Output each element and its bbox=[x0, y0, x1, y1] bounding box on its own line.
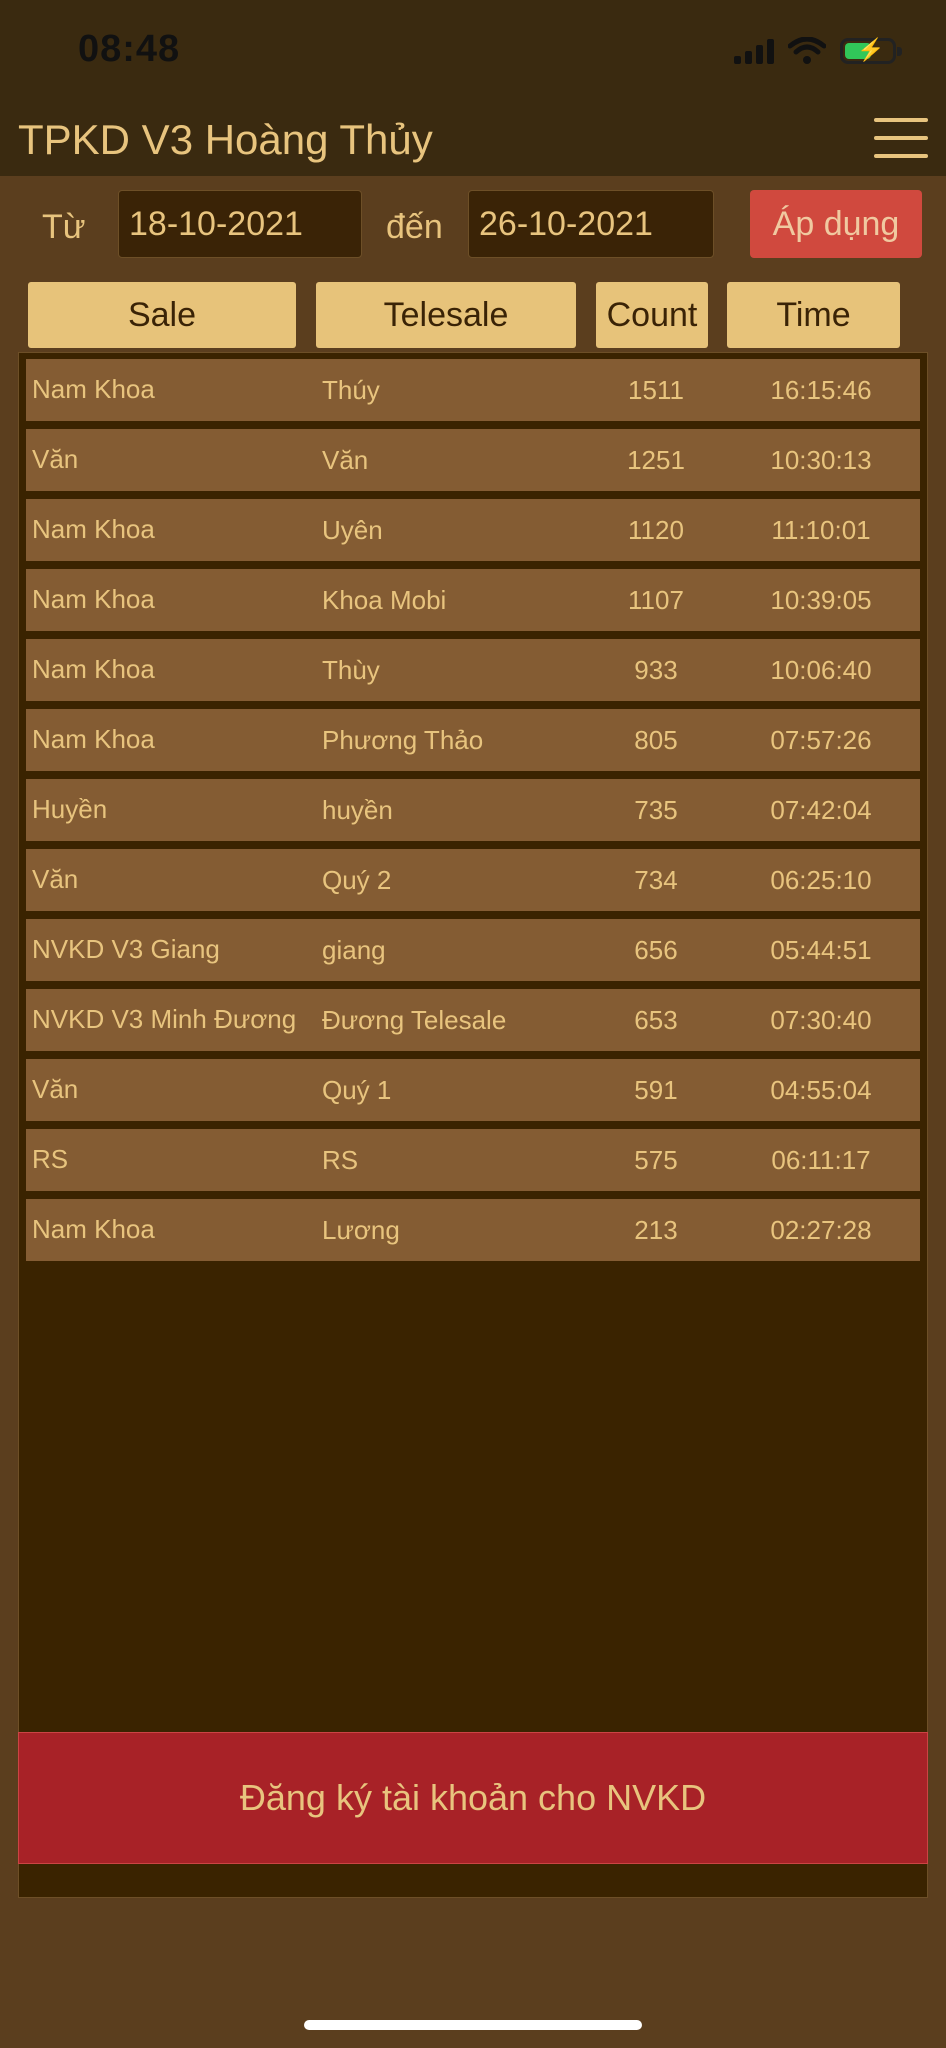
cell-time: 07:42:04 bbox=[770, 794, 872, 825]
sort-time-button[interactable]: Time bbox=[727, 282, 900, 348]
cell-count: 933 bbox=[634, 654, 678, 685]
cell-sale: Nam Khoa bbox=[32, 1214, 155, 1245]
cell-count: 575 bbox=[634, 1144, 678, 1175]
sort-telesale-button[interactable]: Telesale bbox=[316, 282, 576, 348]
register-account-button[interactable]: Đăng ký tài khoản cho NVKD bbox=[18, 1732, 928, 1864]
table-row[interactable]: Nam Khoa Lương 213 02:27:28 bbox=[26, 1199, 920, 1261]
sort-sale-button[interactable]: Sale bbox=[28, 282, 296, 348]
cell-telesale: huyền bbox=[322, 794, 393, 825]
table-row[interactable]: Nam Khoa Phương Thảo 805 07:57:26 bbox=[26, 709, 920, 771]
cell-count: 734 bbox=[634, 864, 678, 895]
cell-time: 07:57:26 bbox=[770, 724, 872, 755]
cell-telesale: Quý 1 bbox=[322, 1074, 392, 1105]
cell-telesale: Đương Telesale bbox=[322, 1004, 507, 1035]
app-header: TPKD V3 Hoàng Thủy bbox=[0, 100, 946, 176]
status-icons: ⚡ bbox=[734, 36, 902, 66]
page-title: TPKD V3 Hoàng Thủy bbox=[18, 116, 433, 163]
cell-time: 02:27:28 bbox=[770, 1214, 872, 1245]
cell-telesale: Phương Thảo bbox=[322, 724, 484, 755]
cell-count: 653 bbox=[634, 1004, 678, 1035]
date-filter: Từ 18-10-2021 đến 26-10-2021 Áp dụng bbox=[0, 190, 946, 270]
cell-time: 10:30:13 bbox=[770, 444, 872, 475]
wifi-icon bbox=[788, 37, 826, 64]
table-row[interactable]: Nam Khoa Thùy 933 10:06:40 bbox=[26, 639, 920, 701]
table-row[interactable]: Văn Quý 1 591 04:55:04 bbox=[26, 1059, 920, 1121]
signal-icon bbox=[734, 38, 774, 64]
to-date-input[interactable]: 26-10-2021 bbox=[468, 190, 714, 258]
to-label: đến bbox=[386, 208, 443, 246]
apply-button[interactable]: Áp dụng bbox=[750, 190, 922, 258]
cell-telesale: RS bbox=[322, 1144, 359, 1175]
cell-time: 04:55:04 bbox=[770, 1074, 872, 1105]
cell-count: 735 bbox=[634, 794, 678, 825]
sort-count-button[interactable]: Count bbox=[596, 282, 708, 348]
cell-sale: Nam Khoa bbox=[32, 374, 155, 405]
cell-sale: Nam Khoa bbox=[32, 724, 155, 755]
cell-time: 06:25:10 bbox=[770, 864, 872, 895]
results-table: Nam Khoa Thúy 1511 16:15:46 Văn Văn 1251… bbox=[18, 352, 928, 1898]
cell-telesale: Thúy bbox=[322, 374, 380, 405]
table-row[interactable]: NVKD V3 Giang giang 656 05:44:51 bbox=[26, 919, 920, 981]
cell-count: 213 bbox=[634, 1214, 678, 1245]
cell-count: 1251 bbox=[627, 444, 685, 475]
cell-count: 591 bbox=[634, 1074, 678, 1105]
battery-charging-icon: ⚡ bbox=[840, 37, 902, 64]
table-row[interactable]: Nam Khoa Uyên 1120 11:10:01 bbox=[26, 499, 920, 561]
cell-telesale: Quý 2 bbox=[322, 864, 392, 895]
cell-time: 10:39:05 bbox=[770, 584, 872, 615]
cell-time: 10:06:40 bbox=[770, 654, 872, 685]
cell-time: 07:30:40 bbox=[770, 1004, 872, 1035]
from-date-input[interactable]: 18-10-2021 bbox=[118, 190, 362, 258]
cell-sale: Nam Khoa bbox=[32, 514, 155, 545]
cell-telesale: Thùy bbox=[322, 654, 380, 685]
cell-count: 656 bbox=[634, 934, 678, 965]
cell-telesale: giang bbox=[322, 934, 386, 965]
status-bar: 08:48 ⚡ bbox=[0, 0, 946, 100]
table-row[interactable]: Văn Văn 1251 10:30:13 bbox=[26, 429, 920, 491]
cell-sale: Văn bbox=[32, 444, 79, 475]
cell-time: 16:15:46 bbox=[770, 374, 872, 405]
cell-count: 1511 bbox=[628, 374, 684, 405]
cell-count: 805 bbox=[634, 724, 678, 755]
status-time: 08:48 bbox=[78, 28, 181, 70]
cell-telesale: Khoa Mobi bbox=[322, 584, 447, 615]
cell-sale: RS bbox=[32, 1144, 69, 1175]
table-row[interactable]: NVKD V3 Minh Đương Đương Telesale 653 07… bbox=[26, 989, 920, 1051]
cell-telesale: Lương bbox=[322, 1214, 400, 1245]
table-row[interactable]: Nam Khoa Thúy 1511 16:15:46 bbox=[26, 359, 920, 421]
cell-sale: Nam Khoa bbox=[32, 584, 155, 615]
table-row[interactable]: Nam Khoa Khoa Mobi 1107 10:39:05 bbox=[26, 569, 920, 631]
cell-sale: Huyền bbox=[32, 794, 108, 825]
table-row[interactable]: RS RS 575 06:11:17 bbox=[26, 1129, 920, 1191]
cell-time: 06:11:17 bbox=[771, 1144, 871, 1175]
cell-telesale: Văn bbox=[322, 444, 369, 475]
cell-sale: Văn bbox=[32, 1074, 79, 1105]
cell-sale: NVKD V3 Giang bbox=[32, 934, 220, 965]
cell-count: 1107 bbox=[628, 584, 684, 615]
cell-count: 1120 bbox=[628, 514, 684, 545]
table-row[interactable]: Huyền huyền 735 07:42:04 bbox=[26, 779, 920, 841]
cell-time: 11:10:01 bbox=[771, 514, 871, 545]
cell-telesale: Uyên bbox=[322, 514, 383, 545]
cell-sale: Văn bbox=[32, 864, 79, 895]
home-indicator[interactable] bbox=[304, 2020, 642, 2030]
from-label: Từ bbox=[42, 208, 86, 246]
cell-time: 05:44:51 bbox=[770, 934, 872, 965]
table-row[interactable]: Văn Quý 2 734 06:25:10 bbox=[26, 849, 920, 911]
cell-sale: NVKD V3 Minh Đương bbox=[32, 1004, 297, 1035]
cell-sale: Nam Khoa bbox=[32, 654, 155, 685]
hamburger-menu-icon[interactable] bbox=[874, 118, 928, 162]
